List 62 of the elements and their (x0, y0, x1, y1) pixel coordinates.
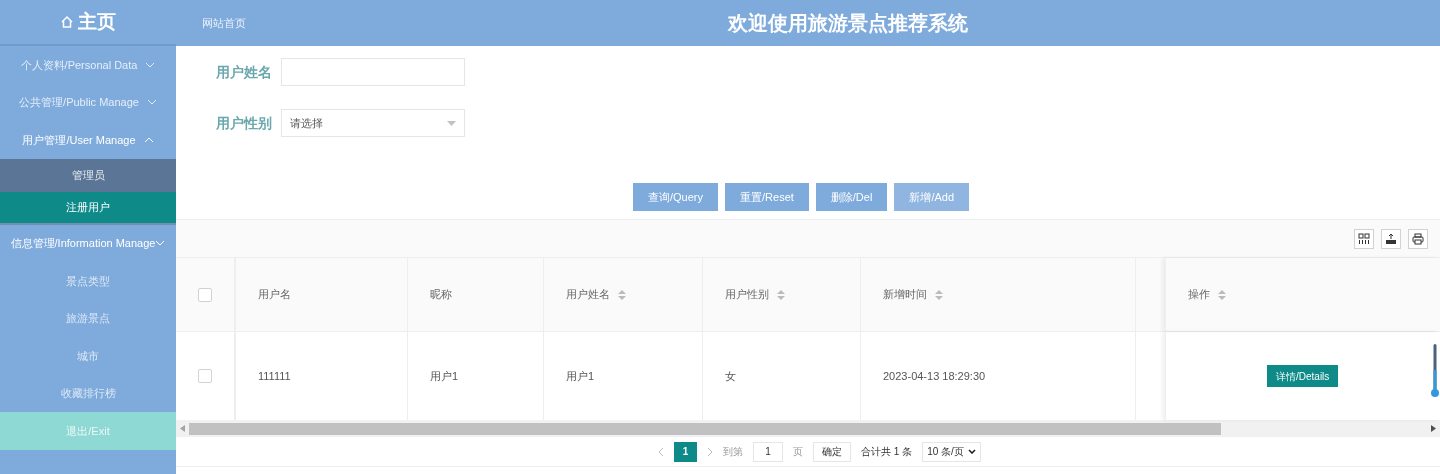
chevron-down-icon (155, 240, 166, 247)
dropdown-arrow-icon (447, 120, 456, 126)
action-button[interactable]: 删除/Del (815, 183, 888, 211)
table-cell-text: 111111 (258, 368, 291, 384)
checkbox[interactable] (198, 369, 212, 383)
checkbox[interactable] (198, 287, 212, 302)
sidebar-subitem[interactable]: 城市 (0, 337, 176, 375)
scroll-left-icon[interactable] (180, 425, 185, 432)
home-link[interactable]: 主页 (78, 7, 116, 37)
scroll-right-icon[interactable] (1431, 425, 1436, 432)
chevron-up-icon (143, 136, 154, 143)
exit-button[interactable]: 退出/Exit (0, 412, 176, 450)
confirm-button[interactable]: 确定 (813, 441, 851, 462)
site-home-link[interactable]: 网站首页 (202, 14, 728, 32)
column-header[interactable]: 用户性别 (703, 258, 861, 331)
export-icon[interactable] (1381, 228, 1401, 249)
details-button[interactable]: 详情/Details (1267, 365, 1339, 387)
sort-icon[interactable] (1218, 289, 1226, 300)
chevron-down-icon (146, 99, 157, 106)
field-label: 用户姓名 (216, 62, 269, 82)
previous-page-icon[interactable] (658, 446, 664, 457)
chevron-down-icon (145, 61, 156, 68)
column-header[interactable]: 昵称 (408, 258, 544, 331)
sort-icon[interactable] (618, 289, 626, 300)
chevron-down-icon (967, 449, 976, 454)
page-unit-label: 页 (793, 445, 803, 459)
goto-label: 到第 (723, 445, 743, 459)
sidebar-menu-item[interactable]: 公共管理/Public Manage (0, 83, 176, 121)
column-header[interactable]: 用户名 (236, 258, 408, 331)
column-header[interactable]: 操作 (1165, 258, 1440, 331)
page-title: 欢迎使用旅游景点推荐系统 (728, 11, 968, 36)
total-count: 合计共 1 条 (861, 445, 913, 459)
sidebar-subitem[interactable]: 旅游景点 (0, 299, 176, 337)
home-icon (60, 15, 74, 29)
page-button[interactable]: 1 (674, 441, 697, 462)
table-cell-text: 女 (725, 368, 736, 384)
sort-icon[interactable] (777, 289, 785, 300)
action-button[interactable]: 重置/Reset (725, 183, 809, 211)
next-page-icon[interactable] (707, 446, 713, 457)
sidebar-menu-item[interactable]: 用户管理/User Manage (0, 121, 176, 159)
sidebar-menu-item[interactable]: 个人资料/Personal Data (0, 46, 176, 84)
action-button[interactable]: 新增/Add (894, 183, 969, 211)
select-field[interactable]: 请选择 (281, 109, 465, 137)
table-cell-text: 用户1 (566, 368, 595, 384)
columns-icon[interactable] (1354, 228, 1374, 249)
column-header[interactable]: 新增时间 (861, 258, 1136, 331)
horizontal-scrollbar[interactable] (176, 420, 1440, 437)
sort-icon[interactable] (935, 289, 943, 300)
text-input[interactable] (281, 58, 465, 86)
sidebar-subitem[interactable]: 收藏排行榜 (0, 374, 176, 412)
gauge-icon (1431, 344, 1439, 398)
action-button[interactable]: 查询/Query (633, 183, 718, 211)
column-header[interactable]: 用户姓名 (544, 258, 703, 331)
sidebar-menu-item[interactable]: 信息管理/Information Manage (0, 224, 176, 262)
table-cell-text: 用户1 (430, 368, 459, 384)
page-input[interactable]: 1 (753, 441, 783, 462)
page-size-select[interactable]: 10 条/页 (922, 441, 981, 462)
sidebar-subitem[interactable]: 景点类型 (0, 262, 176, 300)
sidebar-subitem[interactable]: 管理员 (0, 158, 176, 192)
print-icon[interactable] (1408, 228, 1428, 249)
table-cell-text: 2023-04-13 18:29:30 (883, 368, 986, 384)
sidebar-subitem[interactable]: 注册用户 (0, 191, 176, 223)
